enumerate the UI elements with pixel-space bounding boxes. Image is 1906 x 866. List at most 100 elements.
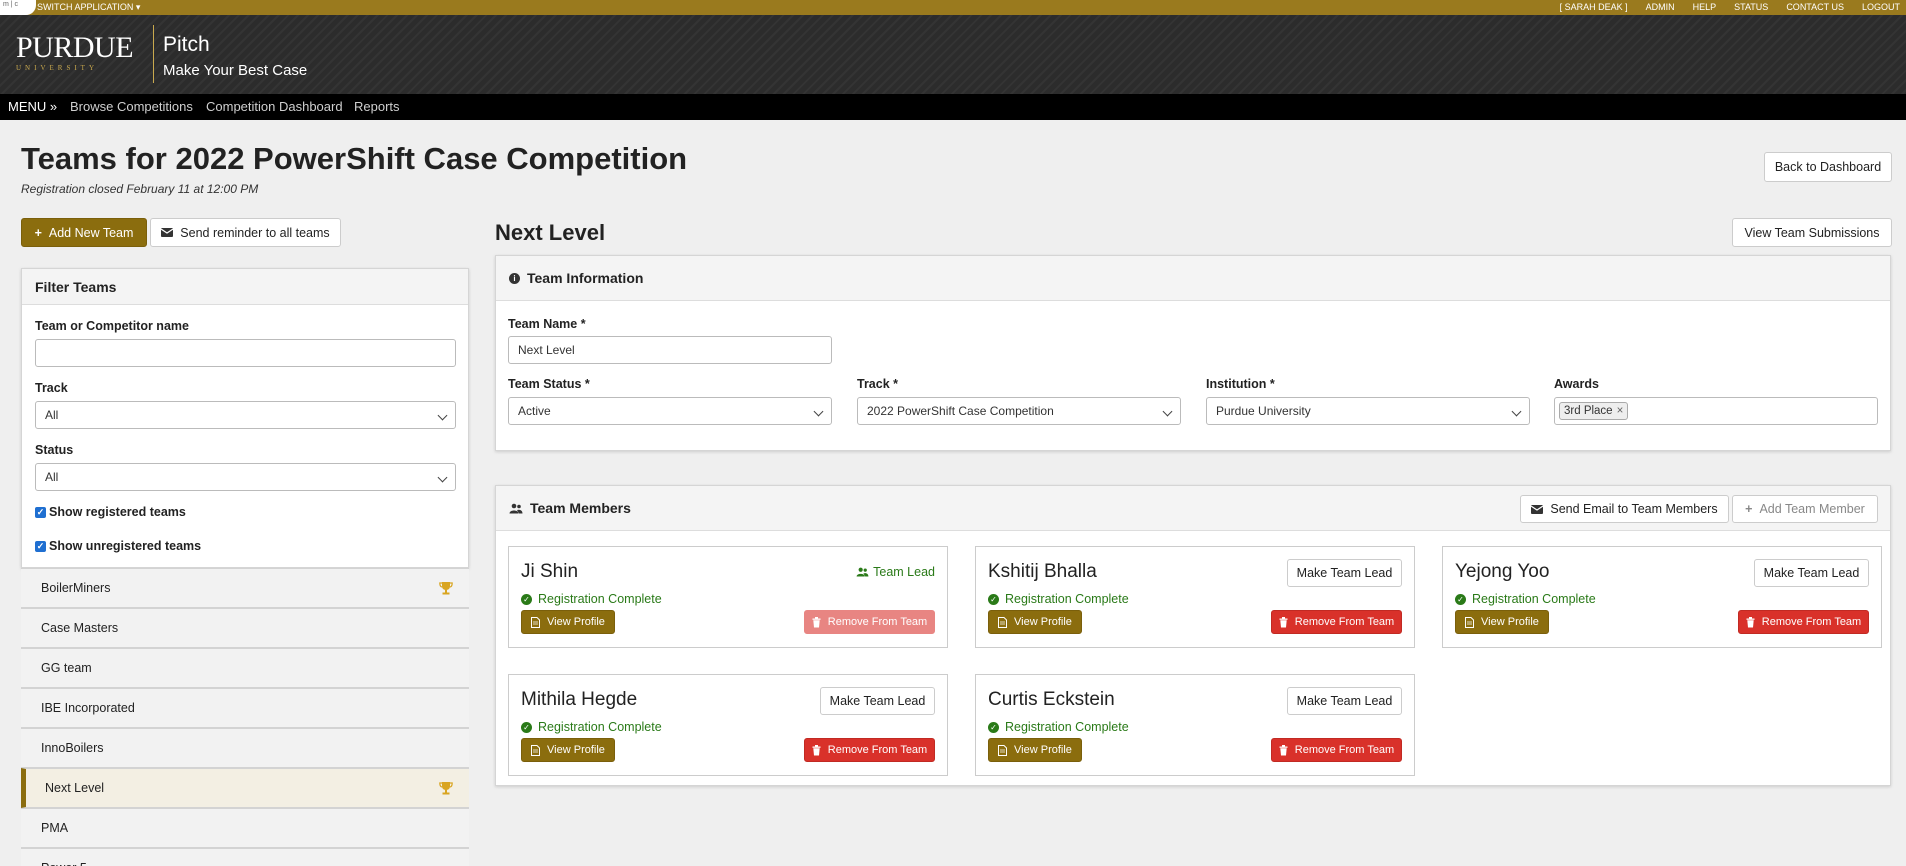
help-link[interactable]: HELP [1693, 0, 1717, 15]
filter-teams-heading: Filter Teams [22, 269, 468, 305]
view-profile-button[interactable]: View Profile [521, 738, 615, 762]
back-to-dashboard-button[interactable]: Back to Dashboard [1764, 152, 1892, 182]
team-list: BoilerMiners Case Masters GG team IBE Incor… [21, 568, 469, 866]
awards-multiselect[interactable]: 3rd Place × [1554, 397, 1878, 425]
track-filter-select[interactable]: All [35, 401, 456, 429]
member-name: Kshitij Bhalla [988, 561, 1097, 582]
team-information-header: i Team Information [496, 256, 1890, 301]
team-list-item[interactable]: IBE Incorporated [21, 688, 469, 728]
site-header: PURDUE UNIVERSITY Pitch Make Your Best C… [0, 15, 1906, 94]
menu-toggle[interactable]: MENU » [8, 94, 57, 120]
team-status-value: Active [518, 404, 551, 418]
check-circle-icon: ✓ [1455, 593, 1466, 605]
team-name-label: Team Name * [508, 317, 586, 331]
nav-browse-competitions[interactable]: Browse Competitions [70, 94, 193, 120]
plus-icon: + [1745, 502, 1753, 516]
view-profile-button[interactable]: View Profile [1455, 610, 1549, 634]
plus-icon: + [34, 225, 42, 240]
team-status-label: Team Status * [508, 377, 590, 391]
remove-from-team-label: Remove From Team [827, 744, 928, 756]
track-label: Track * [857, 377, 899, 391]
remove-from-team-button[interactable]: Remove From Team [1271, 610, 1402, 634]
trophy-icon [439, 582, 453, 595]
team-name-input[interactable]: Next Level [508, 336, 832, 364]
team-list-item[interactable]: InnoBoilers [21, 728, 469, 768]
team-status-select[interactable]: Active [508, 397, 832, 425]
team-list-item[interactable]: Power 5 [21, 848, 469, 866]
user-name-link[interactable]: [ SARAH DEAK ] [1560, 0, 1628, 15]
app-tagline: Make Your Best Case [163, 62, 308, 79]
check-circle-icon: ✓ [521, 593, 532, 605]
view-profile-button[interactable]: View Profile [988, 738, 1082, 762]
document-icon [998, 616, 1008, 628]
add-team-member-button[interactable]: + Add Team Member [1732, 495, 1878, 523]
logout-link[interactable]: LOGOUT [1862, 0, 1900, 15]
send-email-to-members-button[interactable]: Send Email to Team Members [1520, 495, 1729, 523]
award-tag: 3rd Place × [1559, 402, 1629, 420]
remove-from-team-label: Remove From Team [827, 616, 928, 628]
switch-application-menu[interactable]: SWITCH APPLICATION ▾ [37, 0, 140, 15]
users-icon [856, 567, 869, 577]
send-reminder-button[interactable]: Send reminder to all teams [150, 218, 341, 247]
status-filter-label: Status [35, 443, 74, 457]
show-registered-checkbox[interactable]: ✓ Show registered teams [35, 505, 186, 519]
logo-wordmark: PURDUE [16, 31, 134, 64]
team-list-item-name: Case Masters [41, 621, 119, 635]
make-team-lead-button[interactable]: Make Team Lead [1287, 559, 1402, 587]
team-list-item[interactable]: Case Masters [21, 608, 469, 648]
registration-status: ✓ Registration Complete [1455, 592, 1596, 606]
page-title: Teams for 2022 PowerShift Case Competiti… [21, 141, 688, 176]
institution-select[interactable]: Purdue University [1206, 397, 1530, 425]
team-list-item[interactable]: GG team [21, 648, 469, 688]
team-list-item-name: Power 5 [41, 861, 87, 866]
team-list-item[interactable]: Next Level [21, 768, 469, 808]
remove-from-team-button[interactable]: Remove From Team [1738, 610, 1869, 634]
show-unregistered-label: Show unregistered teams [49, 539, 202, 553]
make-team-lead-label: Make Team Lead [1296, 566, 1393, 580]
remove-tag-icon[interactable]: × [1617, 405, 1624, 417]
purdue-logo[interactable]: PURDUE UNIVERSITY [16, 31, 134, 73]
remove-from-team-button[interactable]: Remove From Team [804, 610, 935, 634]
document-icon [531, 744, 541, 756]
team-list-item[interactable]: PMA [21, 808, 469, 848]
status-filter-select[interactable]: All [35, 463, 456, 491]
status-filter-value: All [45, 470, 59, 484]
make-team-lead-button[interactable]: Make Team Lead [820, 687, 935, 715]
view-profile-button[interactable]: View Profile [521, 610, 615, 634]
team-list-item[interactable]: BoilerMiners [21, 568, 469, 608]
trophy-icon [439, 782, 453, 795]
check-circle-icon: ✓ [521, 721, 532, 733]
trash-icon [1279, 616, 1288, 627]
search-label: Team or Competitor name [35, 319, 189, 333]
member-name: Yejong Yoo [1455, 561, 1550, 582]
team-lead-badge: Team Lead [856, 565, 935, 579]
check-icon: ✓ [35, 540, 46, 552]
status-link[interactable]: STATUS [1734, 0, 1768, 15]
view-profile-button[interactable]: View Profile [988, 610, 1082, 634]
make-team-lead-button[interactable]: Make Team Lead [1287, 687, 1402, 715]
add-new-team-button[interactable]: + Add New Team [21, 218, 147, 247]
make-team-lead-label: Make Team Lead [1763, 566, 1860, 580]
registration-status-label: Registration Complete [538, 720, 662, 734]
make-team-lead-button[interactable]: Make Team Lead [1754, 559, 1869, 587]
trash-icon [812, 744, 821, 755]
document-icon [998, 744, 1008, 756]
registration-status-label: Registration Complete [1005, 592, 1129, 606]
track-select[interactable]: 2022 PowerShift Case Competition [857, 397, 1181, 425]
show-unregistered-checkbox[interactable]: ✓ Show unregistered teams [35, 539, 201, 553]
contact-us-link[interactable]: CONTACT US [1786, 0, 1844, 15]
team-member-card: Curtis Eckstein ✓ Registration Complete Mak… [975, 674, 1415, 776]
nav-reports[interactable]: Reports [354, 94, 400, 120]
remove-from-team-button[interactable]: Remove From Team [1271, 738, 1402, 762]
team-search-input[interactable] [35, 339, 456, 367]
nav-competition-dashboard[interactable]: Competition Dashboard [206, 94, 343, 120]
registration-status-label: Registration Complete [538, 592, 662, 606]
team-list-item-name: IBE Incorporated [41, 701, 135, 715]
view-profile-label: View Profile [1014, 744, 1072, 756]
document-icon [1465, 616, 1475, 628]
admin-link[interactable]: ADMIN [1646, 0, 1675, 15]
back-to-dashboard-label: Back to Dashboard [1774, 160, 1882, 174]
team-members-title: Team Members [530, 500, 631, 516]
view-team-submissions-button[interactable]: View Team Submissions [1732, 218, 1892, 247]
remove-from-team-button[interactable]: Remove From Team [804, 738, 935, 762]
